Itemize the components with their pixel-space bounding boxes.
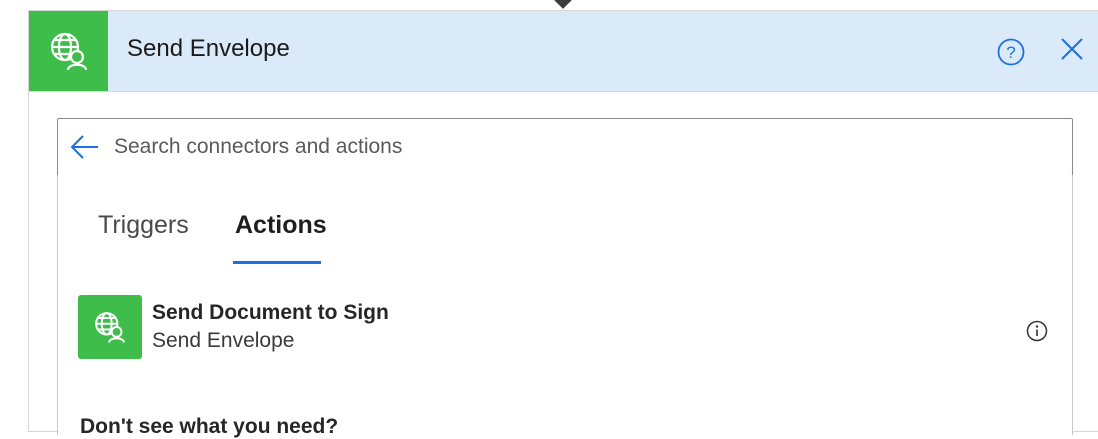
action-connector-icon-box xyxy=(78,295,142,359)
back-button[interactable] xyxy=(70,133,100,161)
action-info-button[interactable] xyxy=(1026,320,1048,342)
header-connector-icon-box xyxy=(29,11,108,91)
globe-user-icon xyxy=(95,312,125,343)
action-picker-card: Send Envelope ? Triggers Actions xyxy=(28,10,1098,438)
info-icon xyxy=(1026,320,1048,342)
tab-triggers[interactable]: Triggers xyxy=(98,211,189,240)
header-title: Send Envelope xyxy=(127,35,290,62)
question-mark-icon: ? xyxy=(997,38,1025,66)
help-button[interactable]: ? xyxy=(996,37,1026,67)
action-item-subtitle: Send Envelope xyxy=(152,329,295,352)
tab-actions[interactable]: Actions xyxy=(235,211,327,240)
results-panel: Triggers Actions Send Document to Sign S… xyxy=(57,175,1073,438)
arrow-left-icon xyxy=(70,135,98,159)
action-item-title: Send Document to Sign xyxy=(152,301,389,324)
close-button[interactable] xyxy=(1058,35,1086,63)
action-item-send-document-to-sign[interactable]: Send Document to Sign Send Envelope xyxy=(78,295,1068,363)
close-icon xyxy=(1061,38,1083,60)
search-input[interactable] xyxy=(112,129,1056,165)
card-header: Send Envelope ? xyxy=(29,11,1098,92)
search-box xyxy=(57,118,1073,176)
svg-text:?: ? xyxy=(1006,43,1015,62)
active-tab-indicator xyxy=(233,261,321,264)
dont-see-prompt: Don't see what you need? xyxy=(80,415,339,438)
globe-user-icon xyxy=(50,32,87,71)
